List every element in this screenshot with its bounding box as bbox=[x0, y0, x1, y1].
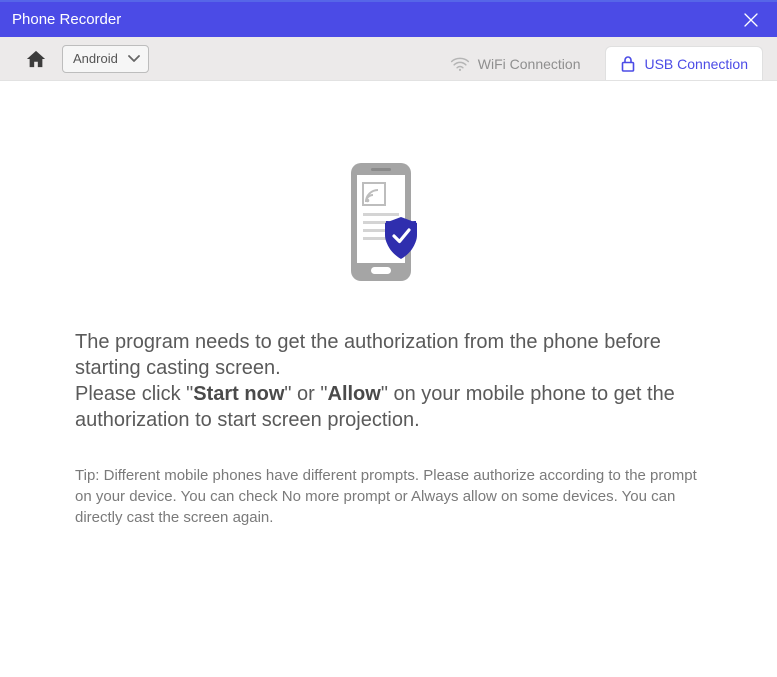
wifi-icon bbox=[450, 56, 470, 72]
authorization-illustration bbox=[75, 161, 702, 289]
app-window: Phone Recorder Android bbox=[0, 0, 777, 677]
tab-usb-label: USB Connection bbox=[644, 56, 748, 72]
platform-selected-label: Android bbox=[73, 51, 118, 66]
toolbar: Android WiFi Connection bbox=[0, 37, 777, 81]
chevron-down-icon bbox=[128, 51, 140, 66]
home-icon bbox=[25, 49, 47, 69]
instruction-line2-pre: Please click " bbox=[75, 383, 193, 405]
lock-icon bbox=[620, 55, 636, 73]
tip-text: Tip: Different mobile phones have differ… bbox=[75, 465, 702, 528]
platform-selector[interactable]: Android bbox=[62, 45, 149, 73]
tab-usb-connection[interactable]: USB Connection bbox=[605, 46, 763, 80]
connection-tabs: WiFi Connection USB Connection bbox=[435, 37, 763, 80]
tab-wifi-label: WiFi Connection bbox=[478, 56, 581, 72]
instruction-text: The program needs to get the authorizati… bbox=[75, 329, 702, 433]
instruction-line1: The program needs to get the authorizati… bbox=[75, 331, 661, 379]
window-title: Phone Recorder bbox=[12, 11, 121, 28]
tab-wifi-connection[interactable]: WiFi Connection bbox=[435, 46, 596, 80]
instruction-startnow: Start now bbox=[193, 383, 284, 405]
home-button[interactable] bbox=[18, 44, 54, 74]
instruction-allow: Allow bbox=[328, 383, 381, 405]
close-button[interactable] bbox=[737, 6, 765, 34]
instruction-line2-mid: " or " bbox=[284, 383, 327, 405]
titlebar: Phone Recorder bbox=[0, 0, 777, 37]
close-icon bbox=[744, 13, 758, 27]
content-area: The program needs to get the authorizati… bbox=[0, 81, 777, 677]
